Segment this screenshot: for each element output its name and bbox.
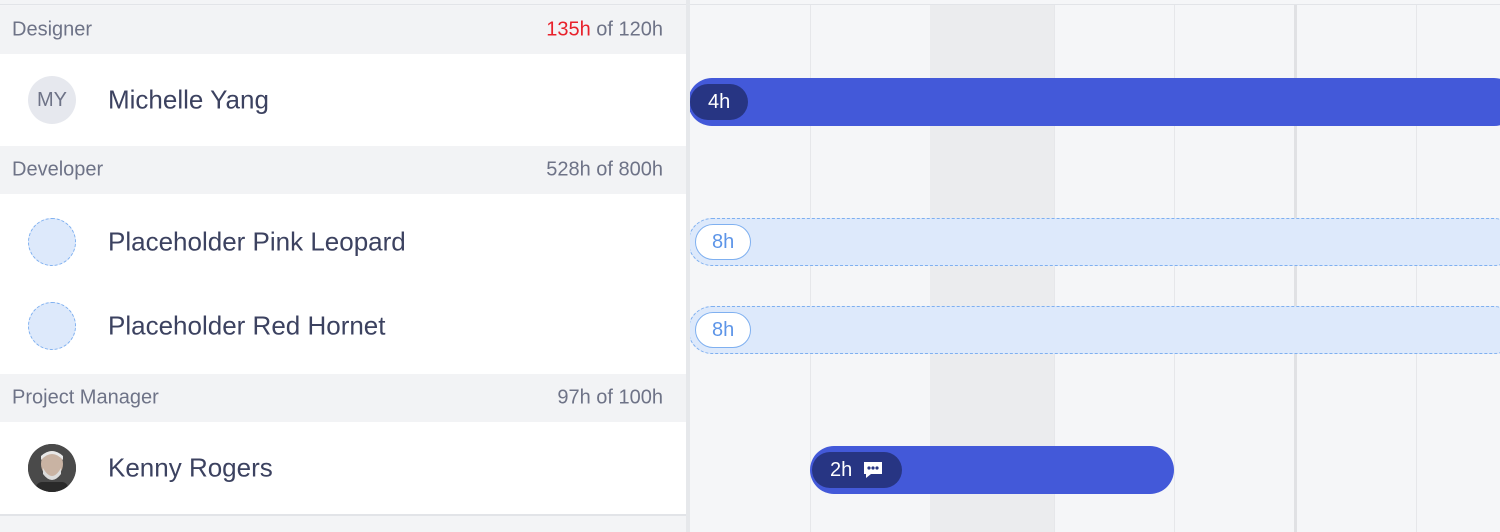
person-name: Kenny Rogers xyxy=(108,452,273,483)
people-panel: Designer 135h of 120h MY Michelle Yang D… xyxy=(0,0,686,532)
person-row-placeholder-pink-leopard[interactable]: Placeholder Pink Leopard xyxy=(0,194,686,290)
avatar: MY xyxy=(28,76,76,124)
booking-hours-pill: 2h xyxy=(812,452,903,488)
role-hours: 528h of 800h xyxy=(546,159,663,182)
role-name: Developer xyxy=(12,158,104,181)
role-name: Designer xyxy=(12,18,93,41)
role-hours: 97h of 100h xyxy=(557,387,663,410)
hours-used: 528h xyxy=(546,158,591,181)
role-name: Project Manager xyxy=(12,386,159,409)
role-header-developer[interactable]: Developer 528h of 800h xyxy=(0,146,686,194)
booking-hours: 4h xyxy=(708,90,731,113)
timeline-top-line xyxy=(690,4,1500,5)
hours-used: 97h xyxy=(557,386,591,409)
resource-schedule: Designer 135h of 120h MY Michelle Yang D… xyxy=(0,0,1500,532)
booking-hours: 8h xyxy=(712,230,735,253)
person-row-kenny-rogers[interactable]: Kenny Rogers xyxy=(0,422,686,514)
role-header-project-manager[interactable]: Project Manager 97h of 100h xyxy=(0,374,686,422)
divider-line xyxy=(0,514,686,516)
role-hours: 135h of 120h xyxy=(546,19,663,42)
booking-bar-placeholder-red-hornet[interactable]: 8h xyxy=(690,306,1500,354)
hours-budget: of 100h xyxy=(590,386,663,409)
hours-budget: of 120h xyxy=(590,18,663,41)
placeholder-avatar xyxy=(28,218,76,266)
person-row-placeholder-red-hornet[interactable]: Placeholder Red Hornet xyxy=(0,290,686,374)
timeline-grid: 4h 8h 8h 2h xyxy=(690,0,1500,532)
booking-bar-placeholder-pink-leopard[interactable]: 8h xyxy=(690,218,1500,266)
person-name: Michelle Yang xyxy=(108,84,269,115)
hours-used-over-budget: 135h xyxy=(546,18,591,41)
hours-budget: of 800h xyxy=(590,158,663,181)
booking-bar-kenny-rogers[interactable]: 2h xyxy=(810,446,1174,494)
booking-hours-pill: 8h xyxy=(695,312,752,348)
divider-line xyxy=(0,4,686,5)
booking-hours-pill: 4h xyxy=(690,84,749,120)
person-name: Placeholder Pink Leopard xyxy=(108,226,406,257)
booking-hours-pill: 8h xyxy=(695,224,752,260)
person-name: Placeholder Red Hornet xyxy=(108,310,386,341)
person-row-michelle-yang[interactable]: MY Michelle Yang xyxy=(0,54,686,146)
booking-bar-michelle-yang[interactable]: 4h xyxy=(690,78,1500,126)
placeholder-avatar xyxy=(28,302,76,350)
role-header-designer[interactable]: Designer 135h of 120h xyxy=(0,6,686,54)
comment-icon[interactable] xyxy=(862,460,884,480)
booking-hours: 2h xyxy=(830,458,853,481)
avatar-photo xyxy=(28,444,76,492)
booking-hours: 8h xyxy=(712,318,735,341)
developer-people-group: Placeholder Pink Leopard Placeholder Red… xyxy=(0,194,686,374)
